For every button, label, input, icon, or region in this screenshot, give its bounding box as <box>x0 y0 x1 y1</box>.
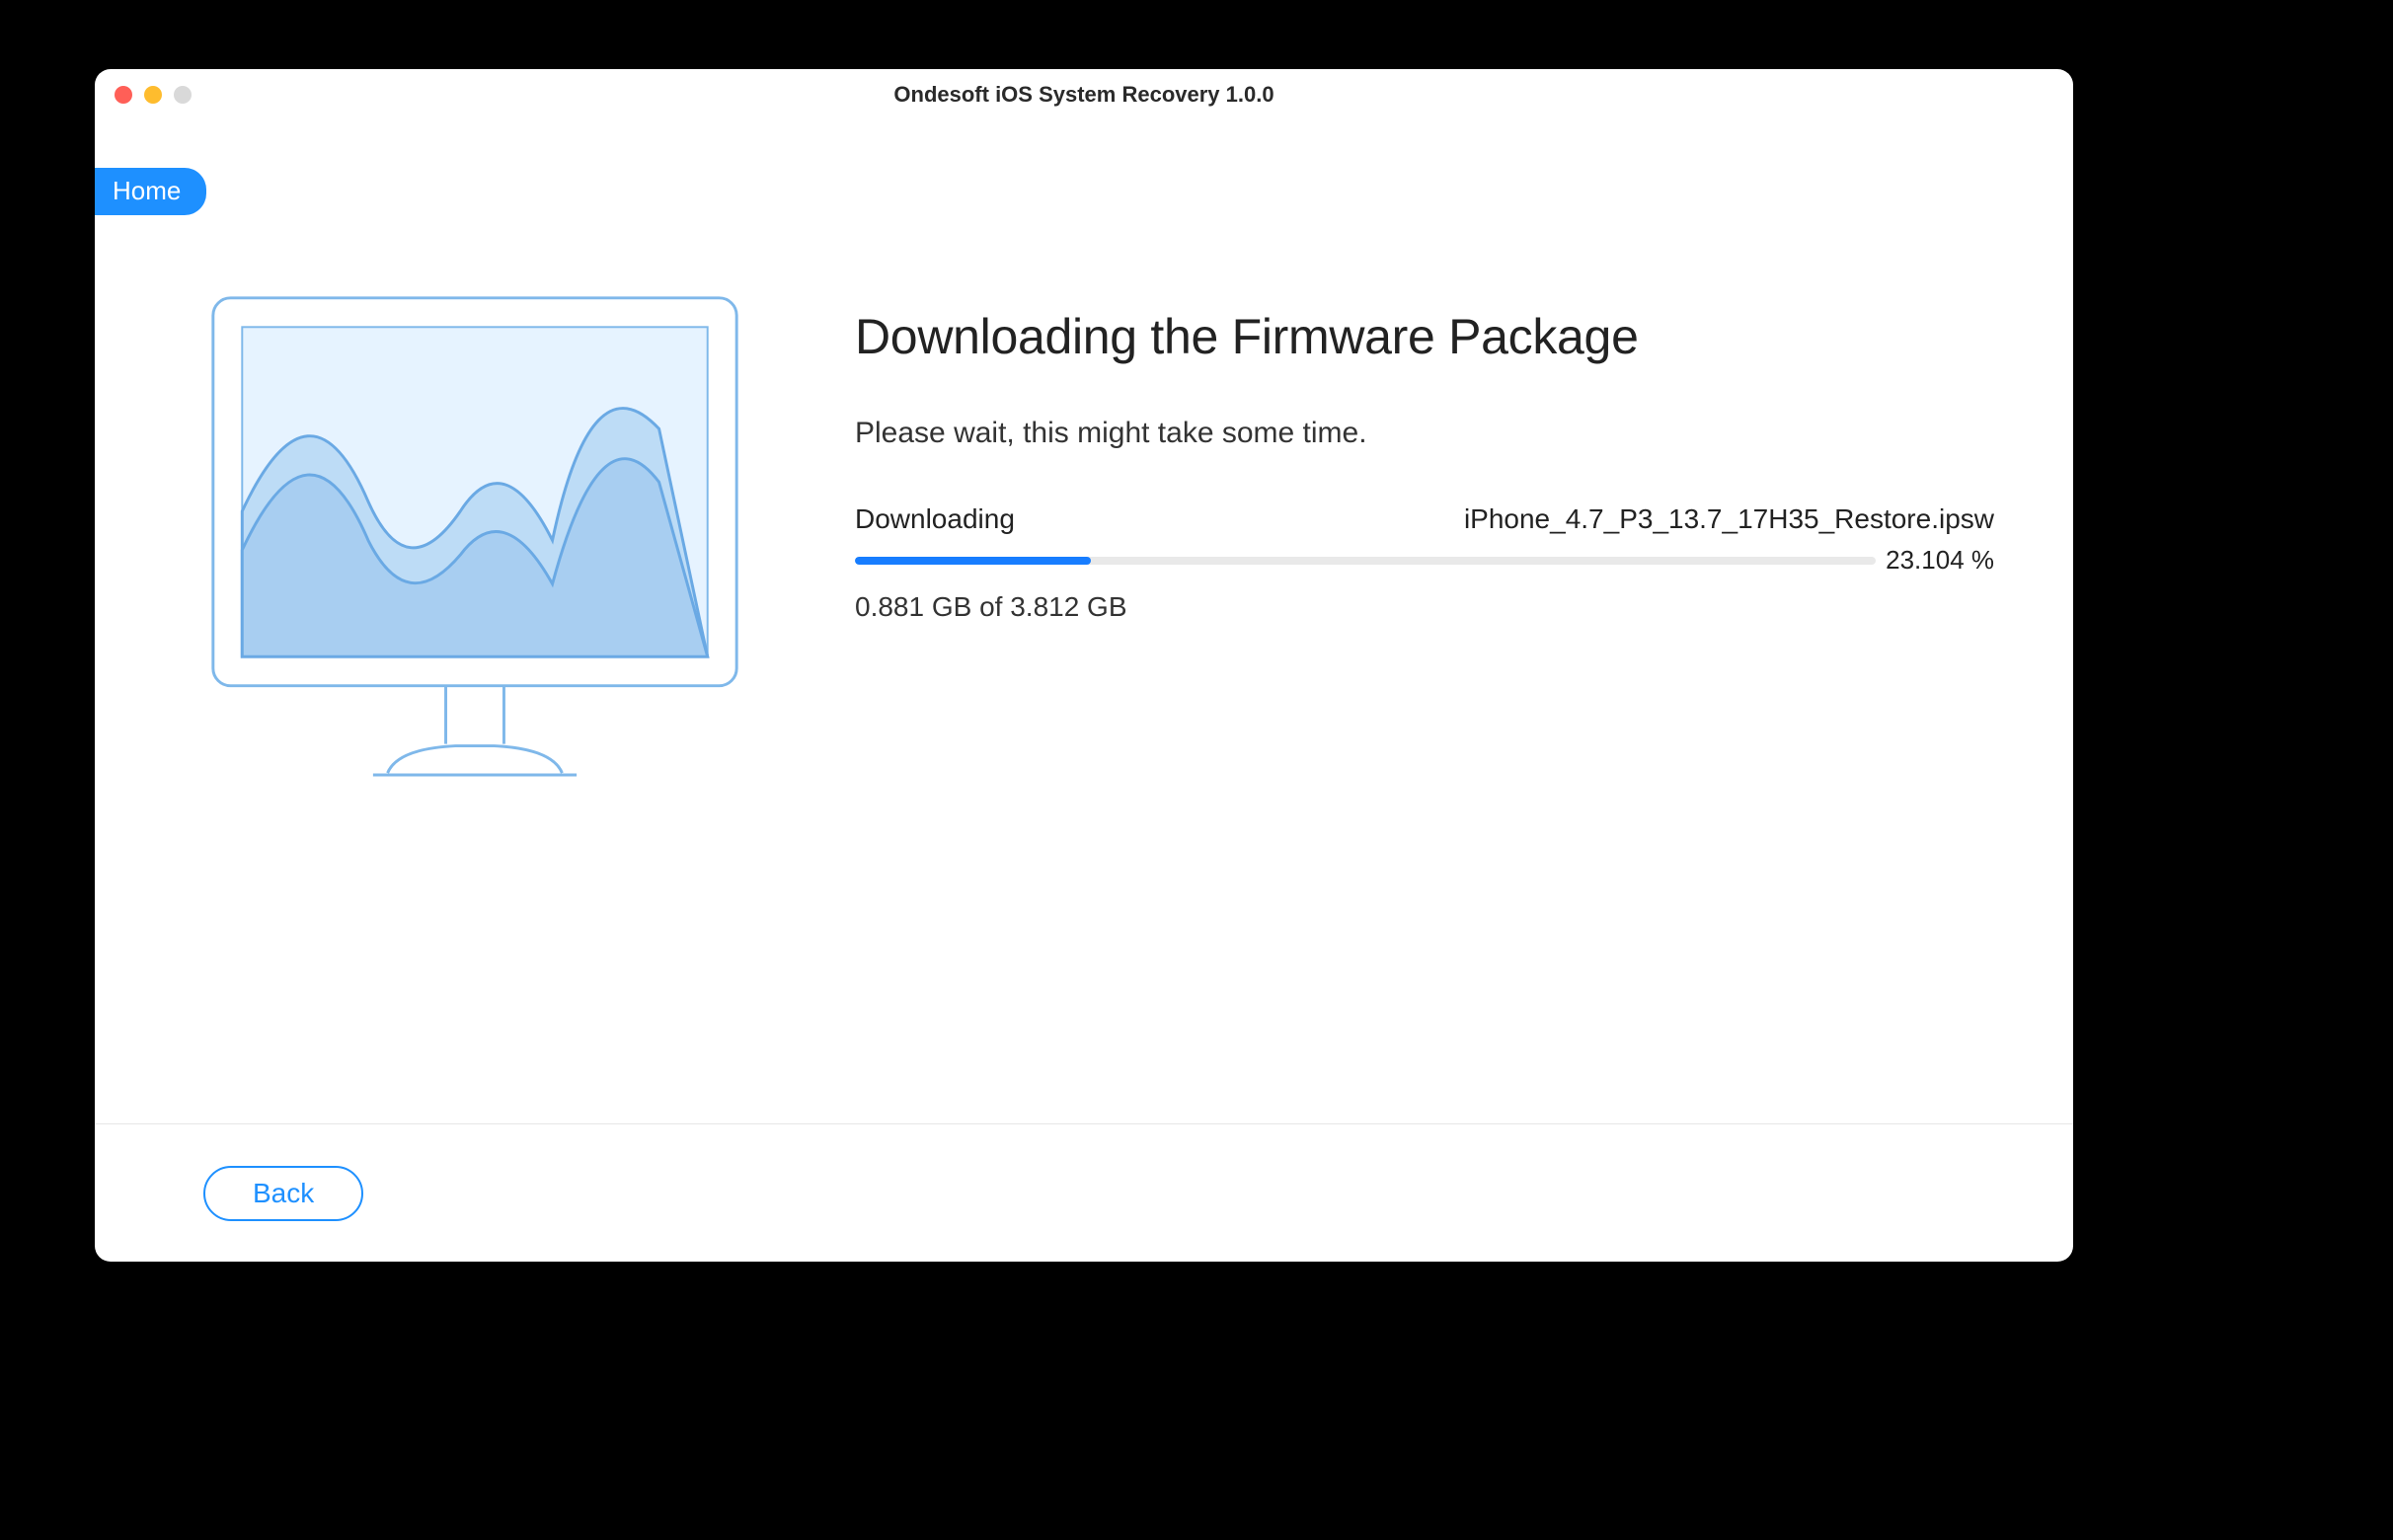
download-info: Downloading the Firmware Package Please … <box>855 269 1994 623</box>
footer: Back <box>95 1123 2073 1262</box>
file-name: iPhone_4.7_P3_13.7_17H35_Restore.ipsw <box>1464 503 1994 535</box>
monitor-illustration <box>203 288 746 793</box>
progress-percent: 23.104 % <box>1886 545 1994 576</box>
close-window-icon[interactable] <box>115 86 132 104</box>
download-file-row: Downloading iPhone_4.7_P3_13.7_17H35_Res… <box>855 503 1994 535</box>
progress-bar <box>855 557 1876 565</box>
progress-row: 23.104 % <box>855 545 1994 576</box>
minimize-window-icon[interactable] <box>144 86 162 104</box>
progress-fill <box>855 557 1091 565</box>
home-button[interactable]: Home <box>95 168 206 215</box>
titlebar: Ondesoft iOS System Recovery 1.0.0 <box>95 69 2073 120</box>
window-title: Ondesoft iOS System Recovery 1.0.0 <box>95 82 2073 108</box>
window-controls <box>115 86 192 104</box>
page-subtext: Please wait, this might take some time. <box>855 417 1994 450</box>
size-line: 0.881 GB of 3.812 GB <box>855 591 1994 623</box>
back-button[interactable]: Back <box>203 1166 363 1221</box>
zoom-window-icon[interactable] <box>174 86 192 104</box>
page-heading: Downloading the Firmware Package <box>855 308 1994 365</box>
main-content: Downloading the Firmware Package Please … <box>95 120 2073 1123</box>
status-label: Downloading <box>855 503 1015 535</box>
app-window: Ondesoft iOS System Recovery 1.0.0 Home … <box>95 69 2073 1262</box>
